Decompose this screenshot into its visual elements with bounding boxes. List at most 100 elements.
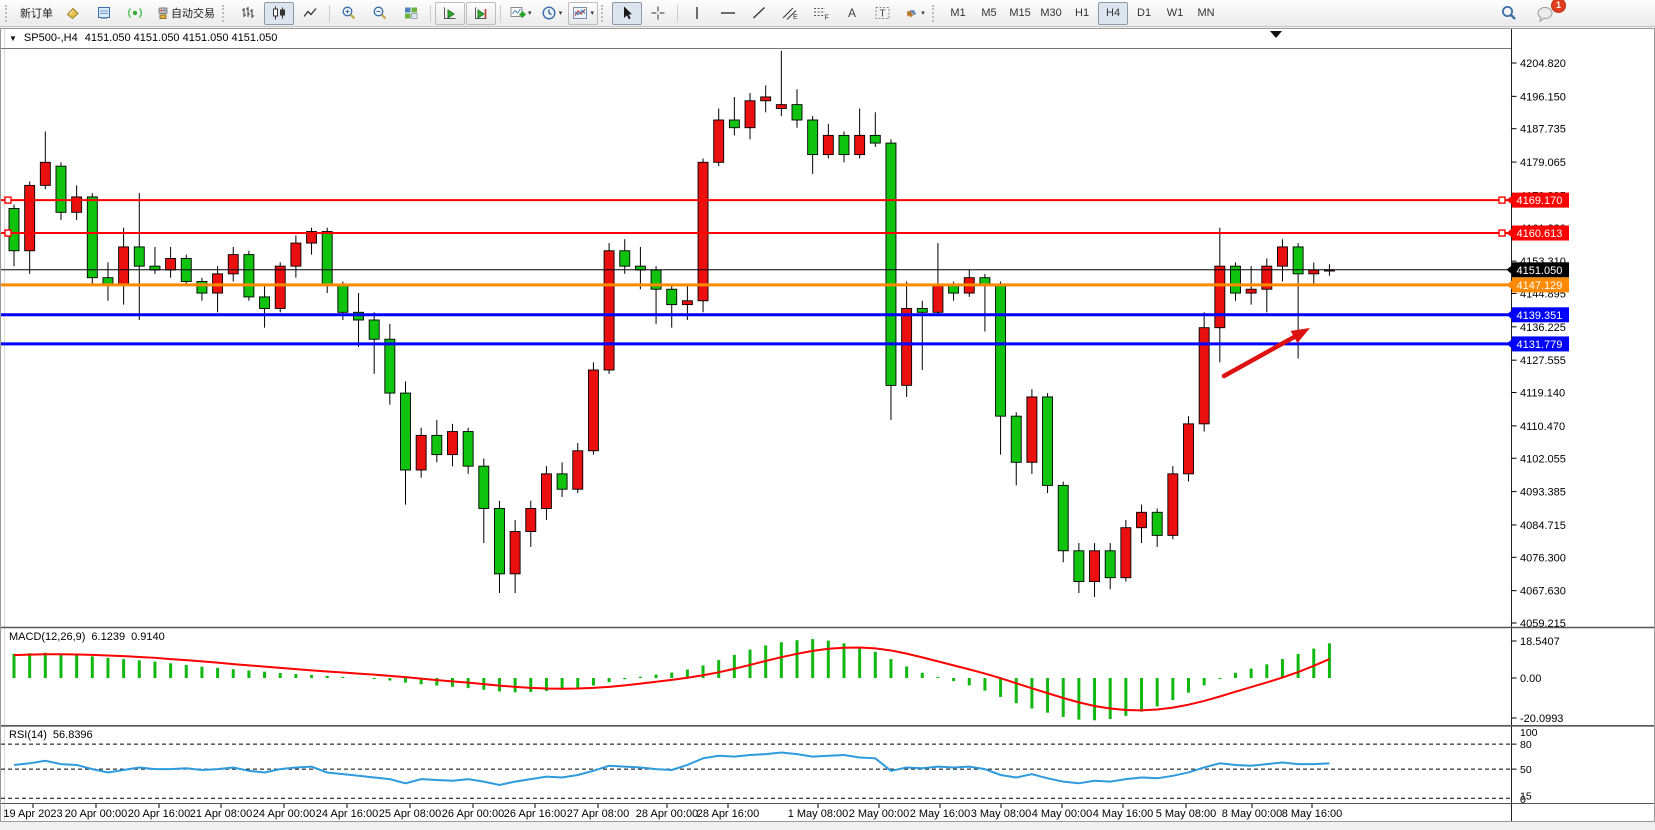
timeframe-M1[interactable]: M1: [943, 2, 973, 25]
svg-text:18.5407: 18.5407: [1520, 636, 1560, 648]
svg-text:5 May 08:00: 5 May 08:00: [1156, 808, 1217, 820]
svg-text:4187.735: 4187.735: [1520, 124, 1566, 136]
timeframe-label: M15: [1009, 7, 1030, 19]
order-tag-icon: [65, 5, 81, 21]
market-watch-button[interactable]: [89, 2, 119, 25]
price-badge-4160.613: 4160.613: [1507, 226, 1570, 241]
templates-button[interactable]: ▾: [568, 2, 599, 25]
line-handle: [1499, 230, 1505, 236]
signal-button[interactable]: [120, 2, 150, 25]
candlestick-chart-icon: [271, 5, 287, 21]
line-chart-icon: [302, 5, 318, 21]
timeframe-W1[interactable]: W1: [1160, 2, 1190, 25]
zoom-in-button[interactable]: [334, 2, 364, 25]
toolbar-grip[interactable]: [932, 5, 938, 22]
toolbar-grip[interactable]: [601, 5, 607, 22]
crosshair-button[interactable]: [643, 2, 673, 25]
zoom-out-button[interactable]: [365, 2, 395, 25]
text-button[interactable]: A: [837, 2, 867, 25]
timeframe-M30[interactable]: M30: [1036, 2, 1066, 25]
cursor-icon: [620, 5, 634, 21]
svg-text:T: T: [880, 9, 886, 20]
channel-button[interactable]: E: [775, 2, 805, 25]
svg-text:4196.150: 4196.150: [1520, 91, 1566, 103]
price-chart[interactable]: 4204.8204196.1504187.7354179.0654170.395…: [0, 0, 1655, 830]
chevron-down-icon: ▾: [528, 9, 532, 17]
svg-text:4 May 16:00: 4 May 16:00: [1093, 808, 1154, 820]
svg-text:28 Apr 00:00: 28 Apr 00:00: [636, 808, 698, 820]
macd-indicator-label: MACD(12,26,9)6.12390.9140: [9, 631, 165, 643]
order-tag-button[interactable]: [58, 2, 88, 25]
arrows-button[interactable]: ▾: [899, 2, 929, 25]
timeframe-M5[interactable]: M5: [974, 2, 1004, 25]
line-chart-button[interactable]: [295, 2, 325, 25]
candlestick-chart-button[interactable]: [264, 2, 294, 25]
notifications-button[interactable]: 1: [1530, 2, 1560, 25]
svg-text:4102.055: 4102.055: [1520, 453, 1566, 465]
timeframe-H4[interactable]: H4: [1098, 2, 1128, 25]
chevron-down-icon: ▾: [921, 9, 925, 17]
bar-chart-button[interactable]: [233, 2, 263, 25]
svg-text:24 Apr 00:00: 24 Apr 00:00: [253, 808, 315, 820]
autotrade-button[interactable]: 自动交易: [151, 2, 219, 25]
vertical-line-icon: [692, 5, 702, 21]
auto-scroll-icon: [442, 5, 458, 21]
svg-text:19 Apr 2023: 19 Apr 2023: [3, 808, 62, 820]
svg-text:4131.779: 4131.779: [1517, 339, 1563, 351]
search-button[interactable]: [1494, 2, 1524, 25]
svg-text:4110.470: 4110.470: [1520, 421, 1565, 433]
fibonacci-button[interactable]: F: [806, 2, 836, 25]
chevron-down-icon: ▾: [591, 9, 595, 17]
auto-scroll-button[interactable]: [435, 2, 465, 25]
svg-text:24 Apr 16:00: 24 Apr 16:00: [316, 808, 378, 820]
svg-text:4160.613: 4160.613: [1517, 228, 1563, 240]
toolbar-grip[interactable]: [5, 5, 11, 22]
signal-icon: [127, 5, 143, 21]
rsi-indicator-label: RSI(14)56.8396: [9, 729, 93, 741]
svg-text:2 May 16:00: 2 May 16:00: [910, 808, 971, 820]
vertical-line-button[interactable]: [682, 2, 712, 25]
svg-text:4139.351: 4139.351: [1517, 310, 1563, 322]
svg-text:4067.630: 4067.630: [1520, 586, 1566, 598]
chart-title-quotes: 4151.050 4151.050 4151.050 4151.050: [85, 32, 278, 44]
periods-clock-button[interactable]: ▾: [537, 2, 567, 25]
new-order-button[interactable]: 新订单: [16, 2, 57, 25]
chart-menu-icon[interactable]: ▼: [9, 34, 17, 43]
add-indicator-icon: [509, 5, 526, 21]
macd-signal-value: 0.9140: [131, 631, 165, 643]
timeframe-D1[interactable]: D1: [1129, 2, 1159, 25]
toolbar-grip[interactable]: [222, 5, 228, 22]
crosshair-icon: [650, 5, 666, 21]
horizontal-line-button[interactable]: [713, 2, 743, 25]
templates-icon: [572, 5, 589, 21]
chevron-down-icon: ▾: [559, 9, 563, 17]
timeframe-label: MN: [1197, 7, 1214, 19]
svg-text:4169.170: 4169.170: [1517, 195, 1563, 207]
zoom-in-icon: [341, 5, 357, 21]
price-badge-4131.779: 4131.779: [1507, 336, 1570, 351]
timeframe-M15[interactable]: M15: [1005, 2, 1035, 25]
cursor-button[interactable]: [612, 2, 642, 25]
chart-shift-button[interactable]: [466, 2, 496, 25]
label-button[interactable]: T: [868, 2, 898, 25]
text-icon: A: [848, 6, 856, 20]
price-badge-4169.170: 4169.170: [1507, 193, 1570, 208]
svg-text:3 May 08:00: 3 May 08:00: [971, 808, 1032, 820]
bar-chart-icon: [240, 5, 256, 21]
svg-text:-20.0993: -20.0993: [1520, 713, 1563, 725]
timeframe-label: H4: [1106, 7, 1120, 19]
svg-text:50: 50: [1520, 764, 1532, 776]
trendline-button[interactable]: [744, 2, 774, 25]
zoom-out-icon: [372, 5, 388, 21]
svg-text:20 Apr 00:00: 20 Apr 00:00: [65, 808, 127, 820]
svg-text:27 Apr 08:00: 27 Apr 08:00: [567, 808, 629, 820]
svg-text:28 Apr 16:00: 28 Apr 16:00: [697, 808, 759, 820]
svg-text:4 May 00:00: 4 May 00:00: [1032, 808, 1093, 820]
timeframe-MN[interactable]: MN: [1191, 2, 1221, 25]
tile-windows-button[interactable]: [396, 2, 426, 25]
timeframe-H1[interactable]: H1: [1067, 2, 1097, 25]
svg-text:26 Apr 16:00: 26 Apr 16:00: [504, 808, 566, 820]
add-indicator-button[interactable]: ▾: [505, 2, 536, 25]
search-icon: [1500, 4, 1518, 22]
timeframe-label: M1: [950, 7, 965, 19]
